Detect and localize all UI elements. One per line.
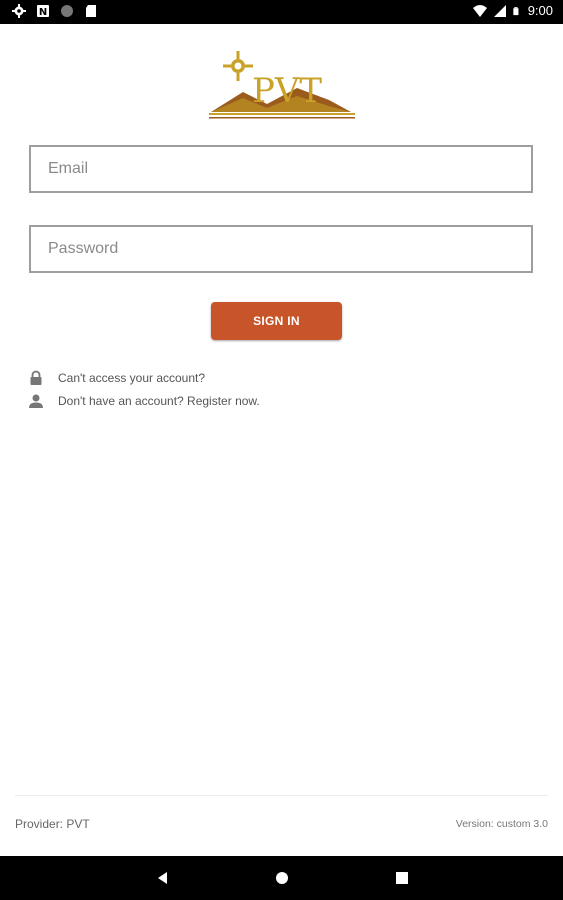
sign-in-button[interactable]: SIGN IN [211,302,342,340]
wifi-icon [472,4,487,17]
footer-divider [15,795,548,796]
notification-icon: N [37,5,49,18]
register-link[interactable]: Don't have an account? Register now. [28,393,260,409]
recents-icon[interactable] [392,868,412,888]
navigation-bar [0,856,563,900]
home-icon[interactable] [272,868,292,888]
sd-card-icon [86,5,96,17]
cant-access-text: Can't access your account? [58,371,206,385]
email-input[interactable] [31,147,531,191]
provider-label: Provider: PVT [15,817,90,831]
password-input[interactable] [31,227,531,271]
logo-text: PVT [252,71,322,111]
signal-icon [493,4,506,17]
email-field-container [29,145,533,193]
password-field-container [29,225,533,273]
person-icon [29,394,43,408]
status-bar: N 9:00 [0,0,563,24]
record-icon [61,5,73,17]
gear-icon [12,4,26,18]
back-icon[interactable] [152,868,172,888]
status-time: 9:00 [527,3,553,18]
register-text: Don't have an account? Register now. [58,394,260,408]
lock-icon [30,370,42,385]
svg-text:N: N [39,7,47,18]
version-label: Version: custom 3.0 [455,818,548,830]
cant-access-link[interactable]: Can't access your account? [28,370,205,386]
battery-icon [513,6,519,15]
pvt-logo: PVT [209,51,355,119]
